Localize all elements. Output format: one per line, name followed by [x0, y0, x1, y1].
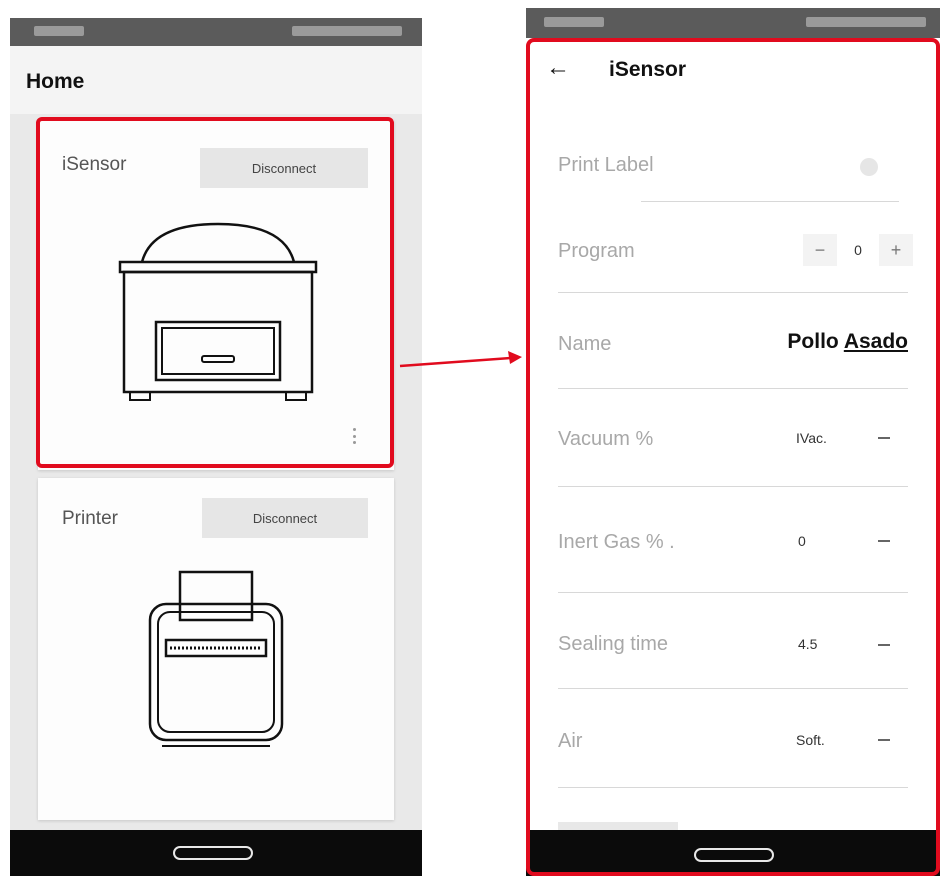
disconnect-button-printer[interactable]: Disconnect: [202, 498, 368, 538]
home-button[interactable]: [173, 846, 253, 860]
status-bar: [526, 8, 940, 38]
highlight-box-settings: [526, 38, 940, 876]
device-name: Printer: [62, 508, 118, 529]
device-card-printer[interactable]: Printer Disconnect: [38, 478, 394, 820]
arrow-icon: [399, 351, 522, 368]
status-bar: [10, 18, 422, 46]
highlight-box-isensor: [36, 117, 394, 468]
status-icons-left: [544, 17, 604, 27]
status-icons-right: [292, 26, 402, 36]
page-title: Home: [26, 70, 85, 93]
status-icons-right: [806, 17, 926, 27]
printer-icon: [148, 570, 284, 747]
status-icons-left: [34, 26, 84, 36]
navigation-bar: [10, 830, 422, 876]
